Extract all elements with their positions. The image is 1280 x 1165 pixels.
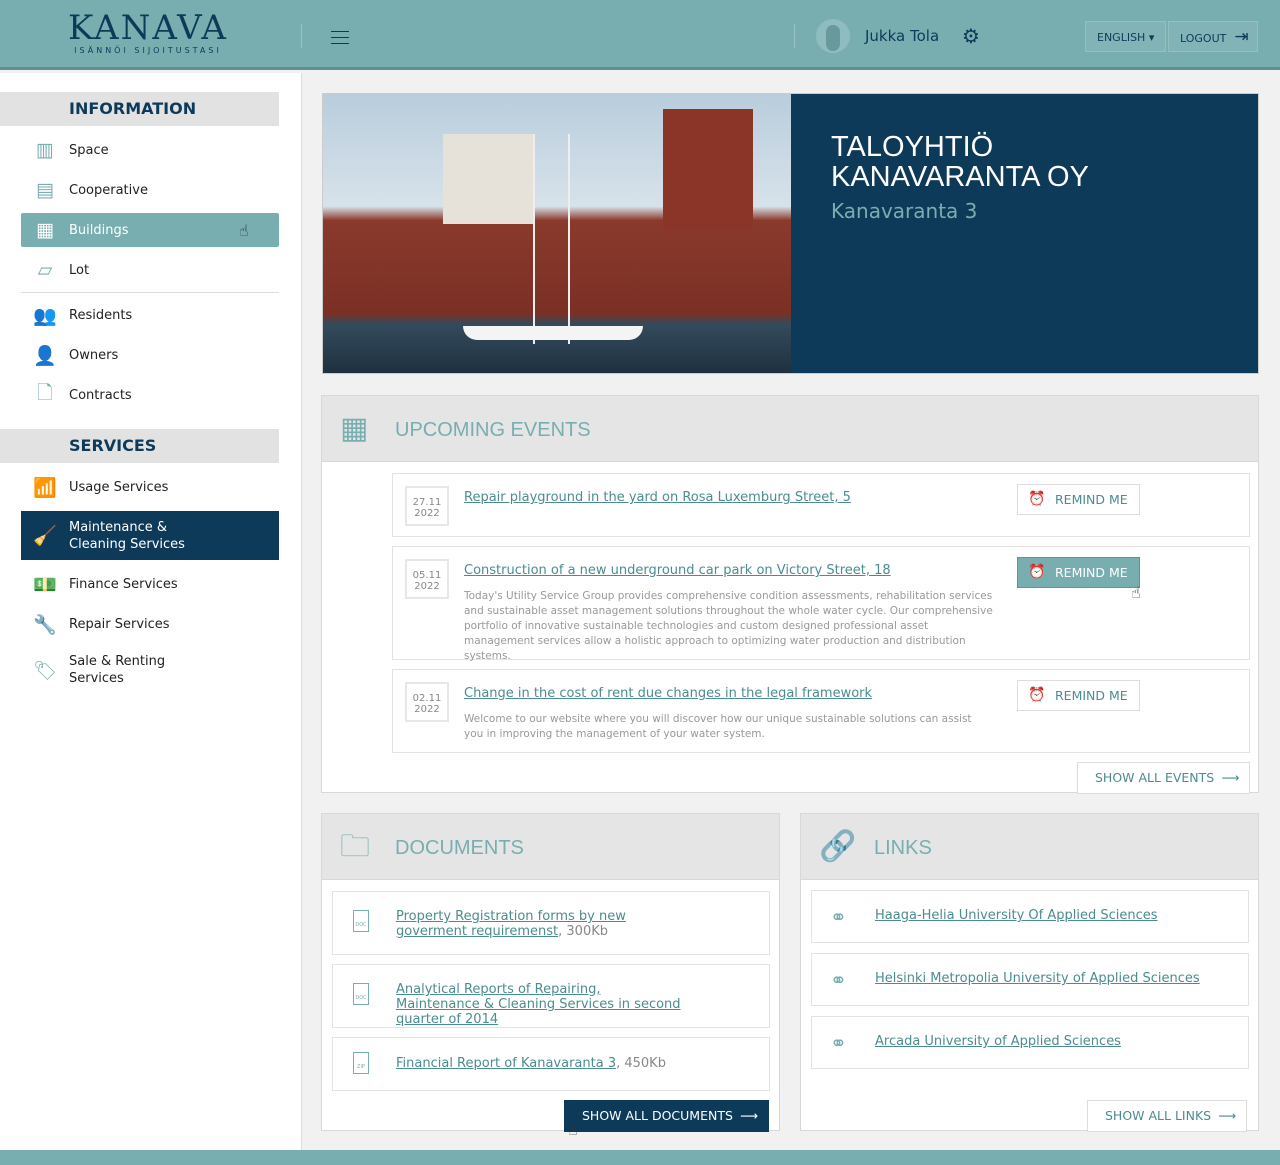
divider xyxy=(21,292,279,293)
logout-button[interactable]: LOGOUT ⇥ xyxy=(1168,21,1258,52)
upcoming-events-panel: ▦ UPCOMING EVENTS 27.11 2022 Repair playgr… xyxy=(321,395,1259,794)
menu-icon[interactable] xyxy=(331,31,349,49)
external-link[interactable]: Arcada University of Applied Sciences xyxy=(875,1034,1121,1049)
zip-file-icon: ZIP xyxy=(353,1052,369,1074)
logo[interactable]: KANAVA ISÄNNÖI SIJOITUSTASI xyxy=(68,10,228,55)
contracts-icon: 🗋 xyxy=(37,382,53,404)
buildings-icon: ▦ xyxy=(36,219,54,241)
residents-icon: 👥 xyxy=(33,304,57,327)
money-icon: 💵 xyxy=(33,573,57,596)
external-link[interactable]: Haaga-Helia University Of Applied Scienc… xyxy=(875,908,1158,923)
sidebar-item-maintenance-cleaning[interactable]: 🧹 Maintenance & Cleaning Services xyxy=(21,511,279,560)
sidebar-item-buildings[interactable]: ▦ Buildings ☝ xyxy=(21,213,279,247)
gear-icon[interactable]: ⚙ xyxy=(962,26,980,46)
lot-icon: ▱ xyxy=(37,259,53,281)
documents-panel: 🗀 DOCUMENTS DOC Property Registration form… xyxy=(321,813,780,1139)
owners-icon: 👤 xyxy=(33,344,57,367)
calendar-icon: ▦ xyxy=(340,411,369,446)
hand-cursor-icon: ☝ xyxy=(1131,583,1141,602)
logout-icon: ⇥ xyxy=(1234,27,1249,47)
sidebar-item-usage-services[interactable]: 📶 Usage Services xyxy=(21,473,279,501)
chain-icon: ⚭ xyxy=(830,968,847,992)
document-link[interactable]: Financial Report of Kanavaranta 3 xyxy=(396,1056,616,1071)
sidebar-item-finance-services[interactable]: 💵 Finance Services xyxy=(21,570,279,598)
doc-file-icon: DOC xyxy=(353,983,369,1005)
sidebar-item-residents[interactable]: 👥 Residents xyxy=(21,301,279,329)
show-all-links-button[interactable]: SHOW ALL LINKS xyxy=(1087,1100,1248,1132)
event-item: 02.11 2022 Change in the cost of rent due… xyxy=(392,669,1250,753)
property-address: Kanavaranta 3 xyxy=(831,199,978,223)
language-select[interactable]: ENGLISH ▾ xyxy=(1085,21,1167,52)
broom-icon: 🧹 xyxy=(33,525,57,547)
document-link[interactable]: Analytical Reports of Repairing, Mainten… xyxy=(396,982,681,1027)
document-item: DOC Analytical Reports of Repairing, Main… xyxy=(332,964,770,1028)
chain-icon: ⚭ xyxy=(830,905,847,929)
event-item: 05.11 2022 Construction of a new undergro… xyxy=(392,546,1250,662)
panel-title: UPCOMING EVENTS xyxy=(395,419,591,441)
panel-title: LINKS xyxy=(874,837,932,859)
event-date: 05.11 2022 xyxy=(405,559,449,599)
event-date: 02.11 2022 xyxy=(405,682,449,722)
link-item: ⚭ Arcada University of Applied Sciences xyxy=(811,1016,1249,1069)
doc-file-icon: DOC xyxy=(353,910,369,932)
document-item: ZIP Financial Report of Kanavaranta 3, 45… xyxy=(332,1037,770,1091)
link-item: ⚭ Helsinki Metropolia University of Appli… xyxy=(811,953,1249,1006)
sidebar-item-lot[interactable]: ▱ Lot xyxy=(21,256,279,284)
link-item: ⚭ Haaga-Helia University Of Applied Scien… xyxy=(811,890,1249,943)
chain-icon: ⚭ xyxy=(830,1031,847,1055)
property-title: TALOYHTIÖ KANAVARANTA OY xyxy=(831,131,1089,193)
usage-chart-icon: 📶 xyxy=(33,476,57,499)
show-all-events-button[interactable]: SHOW ALL EVENTS xyxy=(1077,762,1251,794)
sidebar-item-sale-renting[interactable]: 🏷 Sale & Renting Services xyxy=(21,653,279,687)
hand-cursor-icon: ☝ xyxy=(239,221,249,240)
event-title-link[interactable]: Change in the cost of rent due changes i… xyxy=(464,686,872,701)
folder-icon: 🗀 xyxy=(340,829,370,864)
sidebar: INFORMATION ▥ Space ▤ Cooperative ▦ Buildin… xyxy=(0,73,302,1150)
divider xyxy=(301,24,302,48)
remind-me-button[interactable]: REMIND ME xyxy=(1017,484,1140,515)
event-title-link[interactable]: Construction of a new underground car pa… xyxy=(464,563,891,578)
space-icon: ▥ xyxy=(36,139,54,161)
header: KANAVA ISÄNNÖI SIJOITUSTASI Jukka Tola ⚙ … xyxy=(0,0,1280,70)
footer-bar xyxy=(0,1150,1280,1165)
link-icon: 🔗 xyxy=(819,829,857,864)
sidebar-item-cooperative[interactable]: ▤ Cooperative xyxy=(21,176,279,204)
hand-cursor-icon: ☝ xyxy=(568,1120,578,1139)
external-link[interactable]: Helsinki Metropolia University of Applie… xyxy=(875,971,1200,986)
event-date: 27.11 2022 xyxy=(405,486,449,526)
sidebar-item-space[interactable]: ▥ Space xyxy=(21,136,279,164)
document-item: DOC Property Registration forms by new go… xyxy=(332,891,770,955)
event-item: 27.11 2022 Repair playground in the yard … xyxy=(392,473,1250,537)
avatar[interactable] xyxy=(816,19,850,53)
user-name[interactable]: Jukka Tola xyxy=(865,27,939,45)
section-services: SERVICES xyxy=(0,429,279,463)
show-all-documents-button[interactable]: SHOW ALL DOCUMENTS xyxy=(564,1100,769,1132)
event-title-link[interactable]: Repair playground in the yard on Rosa Lu… xyxy=(464,490,851,505)
links-panel: 🔗 LINKS ⚭ Haaga-Helia University Of Applie… xyxy=(800,813,1259,1132)
remind-me-button[interactable]: REMIND ME xyxy=(1017,680,1140,711)
event-description: Welcome to our website where you will di… xyxy=(464,713,972,740)
section-information: INFORMATION xyxy=(0,92,279,126)
property-hero: TALOYHTIÖ KANAVARANTA OY Kanavaranta 3 xyxy=(322,93,1259,374)
sidebar-item-owners[interactable]: 👤 Owners xyxy=(21,341,279,369)
wrench-icon: 🔧 xyxy=(33,613,57,636)
panel-title: DOCUMENTS xyxy=(395,837,524,859)
cooperative-icon: ▤ xyxy=(36,179,54,201)
sidebar-item-repair-services[interactable]: 🔧 Repair Services xyxy=(21,610,279,638)
property-photo xyxy=(323,94,791,373)
divider xyxy=(794,24,795,48)
event-description: Today's Utility Service Group provides c… xyxy=(464,590,993,662)
tag-icon: 🏷 xyxy=(32,659,58,682)
remind-me-button[interactable]: REMIND ME xyxy=(1017,557,1140,588)
sidebar-item-contracts[interactable]: 🗋 Contracts xyxy=(21,381,279,409)
